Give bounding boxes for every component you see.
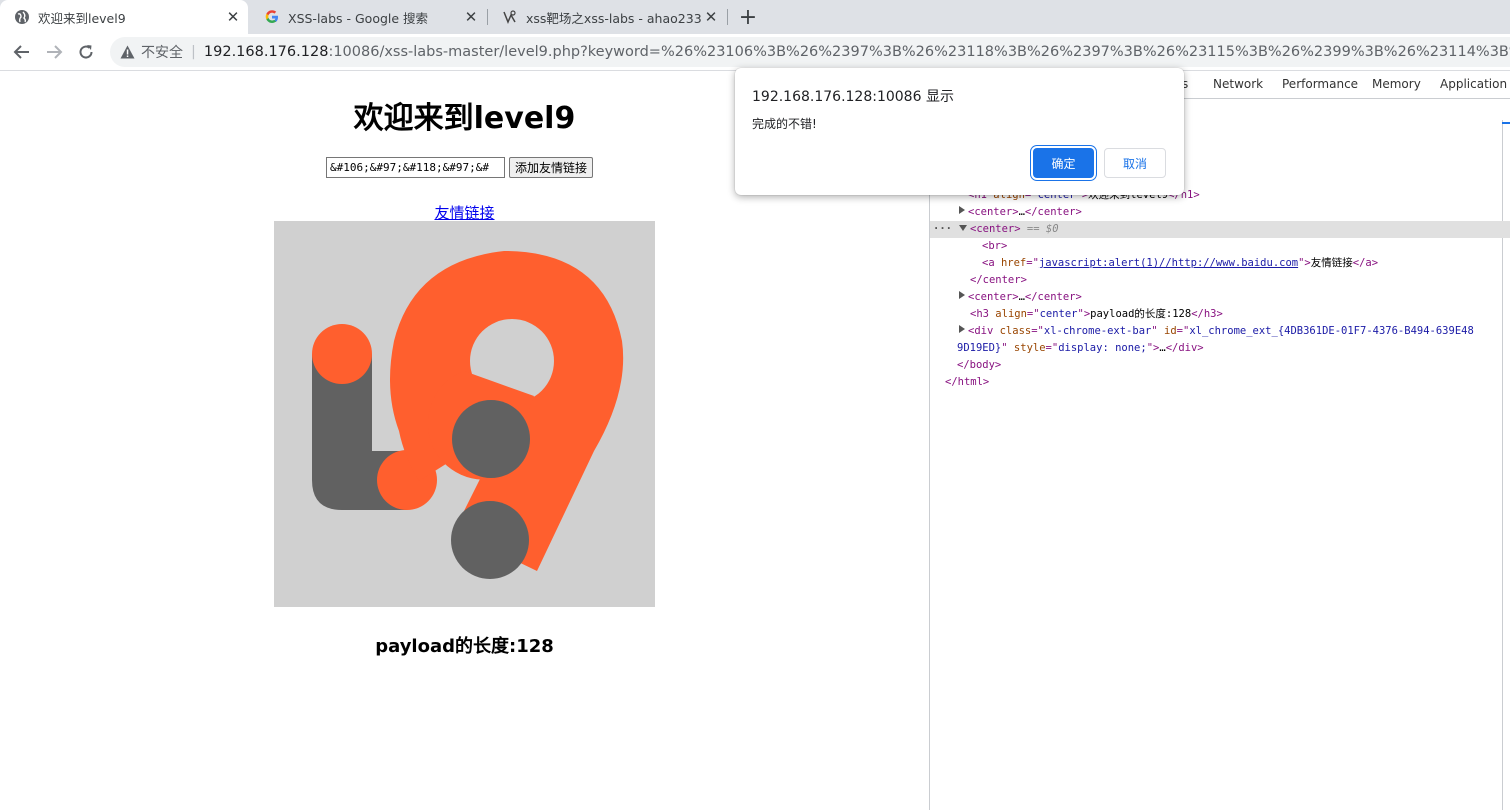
cancel-button[interactable]: 取消 — [1104, 148, 1166, 178]
href-value[interactable]: javascript:alert(1)//http://www.baidu.co… — [1039, 257, 1298, 269]
dom-node-center-close[interactable]: </center> — [930, 272, 1510, 289]
level9-logo — [274, 221, 655, 607]
expand-icon[interactable] — [959, 206, 965, 214]
div-class-value: xl-chrome-ext-bar — [1043, 325, 1152, 337]
dom-node-h3[interactable]: <h3 align="center">payload的长度:128</h3> — [930, 306, 1510, 323]
dom-a-text: 友情链接 — [1310, 257, 1353, 269]
dom-node-center[interactable]: <center>…</center> — [930, 289, 1510, 306]
collapse-icon[interactable] — [959, 225, 967, 231]
more-icon[interactable]: ··· — [933, 221, 952, 238]
selected-marker: == $0 — [1026, 223, 1059, 235]
forward-icon[interactable] — [42, 40, 66, 64]
div-id-value-cont: 9D19ED} — [957, 342, 1002, 354]
keyword-input[interactable] — [326, 157, 505, 178]
tab-performance[interactable]: Performance — [1282, 77, 1358, 91]
dom-node-a[interactable]: <a href="javascript:alert(1)//http://www… — [930, 255, 1510, 272]
tab-title: XSS-labs - Google 搜索 — [288, 10, 429, 26]
security-label[interactable]: 不安全 — [141, 42, 183, 62]
close-icon[interactable]: ✕ — [702, 8, 720, 26]
dom-h3-text: payload的长度:128 — [1090, 308, 1192, 320]
reload-icon[interactable] — [74, 40, 98, 64]
google-icon — [264, 9, 280, 25]
tab-blog[interactable]: xss靶场之xss-labs - ahao2333 ✕ — [488, 0, 726, 34]
dialog-title: 192.168.176.128:10086 显示 — [752, 89, 954, 105]
expand-icon[interactable] — [959, 291, 965, 299]
tab-memory[interactable]: Memory — [1372, 77, 1421, 91]
url-path: :10086/xss-labs-master/level9.php?keywor… — [328, 44, 1510, 60]
tab-application[interactable]: Application — [1440, 77, 1507, 91]
globe-icon — [14, 9, 30, 25]
div-id-value: xl_chrome_ext_{4DB361DE-01F7-4376-B494-6… — [1189, 325, 1474, 337]
browser-toolbar: 不安全 | 192.168.176.128:10086/xss-labs-mas… — [0, 34, 1510, 71]
friend-link[interactable]: 友情链接 — [0, 202, 929, 223]
new-tab-icon[interactable]: + — [736, 5, 760, 30]
div-style-value: display: none; — [1058, 342, 1147, 354]
dom-node-center-selected[interactable]: ··· <center> == $0 — [930, 221, 1510, 238]
payload-length: payload的长度:128 — [375, 636, 554, 657]
close-icon[interactable]: ✕ — [224, 8, 242, 26]
tab-level9[interactable]: 欢迎来到level9 ✕ — [0, 0, 248, 34]
tab-title: xss靶场之xss-labs - ahao2333 — [526, 10, 702, 26]
address-bar[interactable]: 不安全 | 192.168.176.128:10086/xss-labs-mas… — [110, 37, 1510, 67]
dialog-message: 完成的不错! — [752, 117, 817, 131]
tab-google-search[interactable]: XSS-labs - Google 搜索 ✕ — [250, 0, 486, 34]
ok-button[interactable]: 确定 — [1033, 148, 1094, 178]
dom-node-html-close[interactable]: </html> — [930, 374, 1510, 391]
dom-tree: <h1 align="center">欢迎来到level9</h1> <cent… — [930, 187, 1510, 391]
tab-title: 欢迎来到level9 — [38, 10, 126, 26]
site-icon — [502, 9, 518, 25]
warning-icon[interactable] — [120, 44, 135, 60]
active-indicator — [1502, 122, 1510, 124]
add-link-button[interactable]: 添加友情链接 — [509, 157, 594, 178]
tab-network[interactable]: Network — [1213, 77, 1263, 91]
close-icon[interactable]: ✕ — [462, 8, 480, 26]
dom-node-body-close[interactable]: </body> — [930, 357, 1510, 374]
tab-strip: 欢迎来到level9 ✕ XSS-labs - Google 搜索 ✕ xss靶… — [0, 0, 1510, 34]
url-host: 192.168.176.128 — [203, 44, 329, 60]
dom-node-br[interactable]: <br> — [930, 238, 1510, 255]
dom-node-center[interactable]: <center>…</center> — [930, 204, 1510, 221]
divider: | — [191, 44, 196, 60]
dom-node-div-cont[interactable]: 9D19ED}" style="display: none;">…</div> — [930, 340, 1510, 357]
back-icon[interactable] — [10, 40, 34, 64]
tab-separator — [727, 9, 728, 25]
keyword-form: 添加友情链接 — [326, 157, 594, 178]
dom-node-div[interactable]: <div class="xl-chrome-ext-bar" id="xl_ch… — [930, 323, 1510, 340]
expand-icon[interactable] — [959, 325, 965, 333]
alert-dialog: 192.168.176.128:10086 显示 完成的不错! 确定 取消 — [735, 68, 1184, 195]
